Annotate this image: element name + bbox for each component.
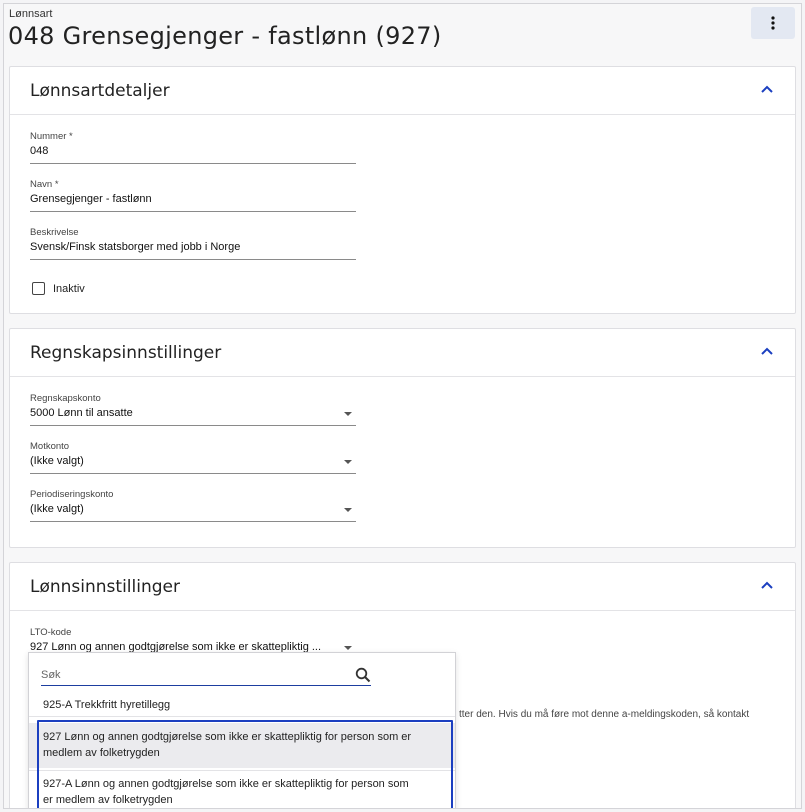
select-value: 5000 Lønn til ansatte [30, 407, 133, 419]
regnskapskonto-select[interactable]: 5000 Lønn til ansatte [30, 407, 356, 426]
option-label-line2: medlem av folketrygden [43, 747, 160, 759]
option-label: 927 Lønn og annen godtgjørelse som ikke … [43, 731, 412, 743]
lto-kode-dropdown: 925-A Trekkfritt hyretillegg 927 Lønn og… [28, 652, 456, 808]
motkonto-field[interactable]: Motkonto (Ikke valgt) [30, 441, 356, 474]
field-label: Motkonto [30, 441, 70, 452]
section-header[interactable]: Lønnsinnstillinger [10, 563, 795, 611]
field-label: Beskrivelse [30, 227, 79, 238]
section-regnskapsinnstillinger: Regnskapsinnstillinger Regnskapskonto 50… [9, 328, 796, 548]
more-options-button[interactable] [751, 7, 795, 39]
caret-down-icon[interactable] [344, 508, 352, 512]
caret-down-icon[interactable] [344, 460, 352, 464]
option-label: 927-A Lønn og annen godtgjørelse som ikk… [43, 778, 409, 790]
lto-info-text: tter den. Hvis du må føre mot denne a-me… [459, 709, 750, 720]
section-lonnsartdetaljer: Lønnsartdetaljer Nummer * 048 Navn * Gre… [9, 66, 796, 314]
section-header[interactable]: Lønnsartdetaljer [10, 67, 795, 115]
breadcrumb[interactable]: Lønnsart [9, 8, 52, 20]
inaktiv-label: Inaktiv [53, 282, 85, 295]
page-title: 048 Grensegjenger - fastlønn (927) [8, 22, 442, 50]
dropdown-search[interactable] [41, 665, 371, 686]
chevron-up-icon[interactable] [761, 581, 773, 589]
more-vertical-icon [771, 16, 775, 30]
dropdown-option[interactable]: 925-A Trekkfritt hyretillegg [29, 695, 455, 717]
option-label-line2: er medlem av folketrygden [43, 794, 173, 806]
section-header[interactable]: Regnskapsinnstillinger [10, 329, 795, 377]
motkonto-select[interactable]: (Ikke valgt) [30, 455, 356, 474]
select-value: (Ikke valgt) [30, 455, 84, 467]
field-label: LTO-kode [30, 627, 72, 638]
nummer-input[interactable]: 048 [30, 145, 356, 164]
field-label: Nummer * [30, 131, 73, 142]
option-label: 925-A Trekkfritt hyretillegg [43, 699, 171, 711]
nummer-field[interactable]: Nummer * 048 [30, 131, 356, 164]
chevron-up-icon[interactable] [761, 347, 773, 355]
chevron-up-icon[interactable] [761, 85, 773, 93]
search-icon[interactable] [355, 667, 371, 683]
beskrivelse-field[interactable]: Beskrivelse Svensk/Finsk statsborger med… [30, 227, 356, 260]
dropdown-option[interactable]: 927-A Lønn og annen godtgjørelse som ikk… [29, 770, 455, 808]
caret-down-icon[interactable] [344, 646, 352, 650]
caret-down-icon[interactable] [344, 412, 352, 416]
dropdown-option-selected[interactable]: 927 Lønn og annen godtgjørelse som ikke … [29, 723, 455, 768]
section-title: Regnskapsinnstillinger [30, 343, 222, 363]
field-label: Periodiseringskonto [30, 489, 114, 500]
section-title: Lønnsartdetaljer [30, 81, 170, 101]
inaktiv-checkbox[interactable] [32, 282, 45, 295]
periodiseringskonto-select[interactable]: (Ikke valgt) [30, 503, 356, 522]
periodiseringskonto-field[interactable]: Periodiseringskonto (Ikke valgt) [30, 489, 356, 522]
regnskapskonto-field[interactable]: Regnskapskonto 5000 Lønn til ansatte [30, 393, 356, 426]
navn-input[interactable]: Grensegjenger - fastlønn [30, 193, 356, 212]
inaktiv-checkbox-row[interactable]: Inaktiv [32, 282, 85, 295]
navn-field[interactable]: Navn * Grensegjenger - fastlønn [30, 179, 356, 212]
select-value: (Ikke valgt) [30, 503, 84, 515]
search-input[interactable] [41, 666, 341, 681]
section-title: Lønnsinnstillinger [30, 577, 180, 597]
app-frame: Lønnsart 048 Grensegjenger - fastlønn (9… [3, 3, 802, 809]
field-label: Navn * [30, 179, 59, 190]
field-label: Regnskapskonto [30, 393, 101, 404]
beskrivelse-input[interactable]: Svensk/Finsk statsborger med jobb i Norg… [30, 241, 356, 260]
